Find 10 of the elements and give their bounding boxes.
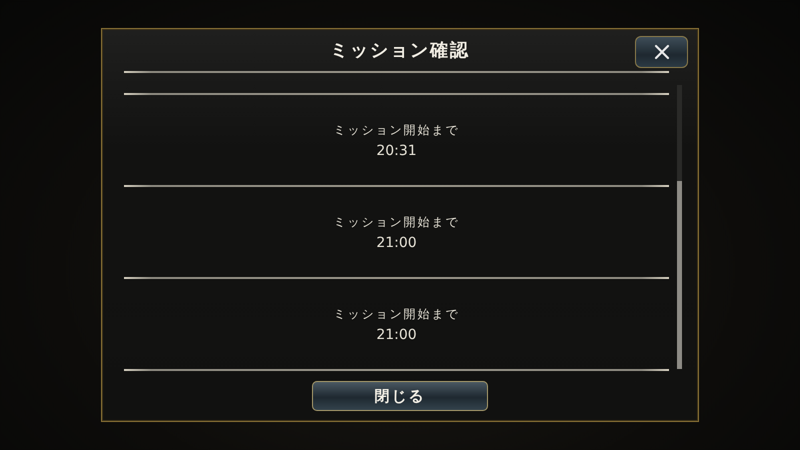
countdown-time: 21:00: [376, 326, 417, 343]
mission-label: ミッション開始まで: [334, 306, 460, 323]
mission-label: ミッション開始まで: [334, 214, 460, 231]
countdown-time: 21:00: [376, 234, 417, 251]
scrollbar-thumb[interactable]: [677, 181, 682, 370]
countdown-time: 20:31: [376, 142, 417, 159]
close-dialog-button[interactable]: 閉じる: [312, 381, 488, 412]
mission-label: ミッション開始まで: [334, 122, 460, 139]
dialog-title: ミッション確認: [330, 39, 470, 62]
close-button[interactable]: [635, 36, 688, 68]
